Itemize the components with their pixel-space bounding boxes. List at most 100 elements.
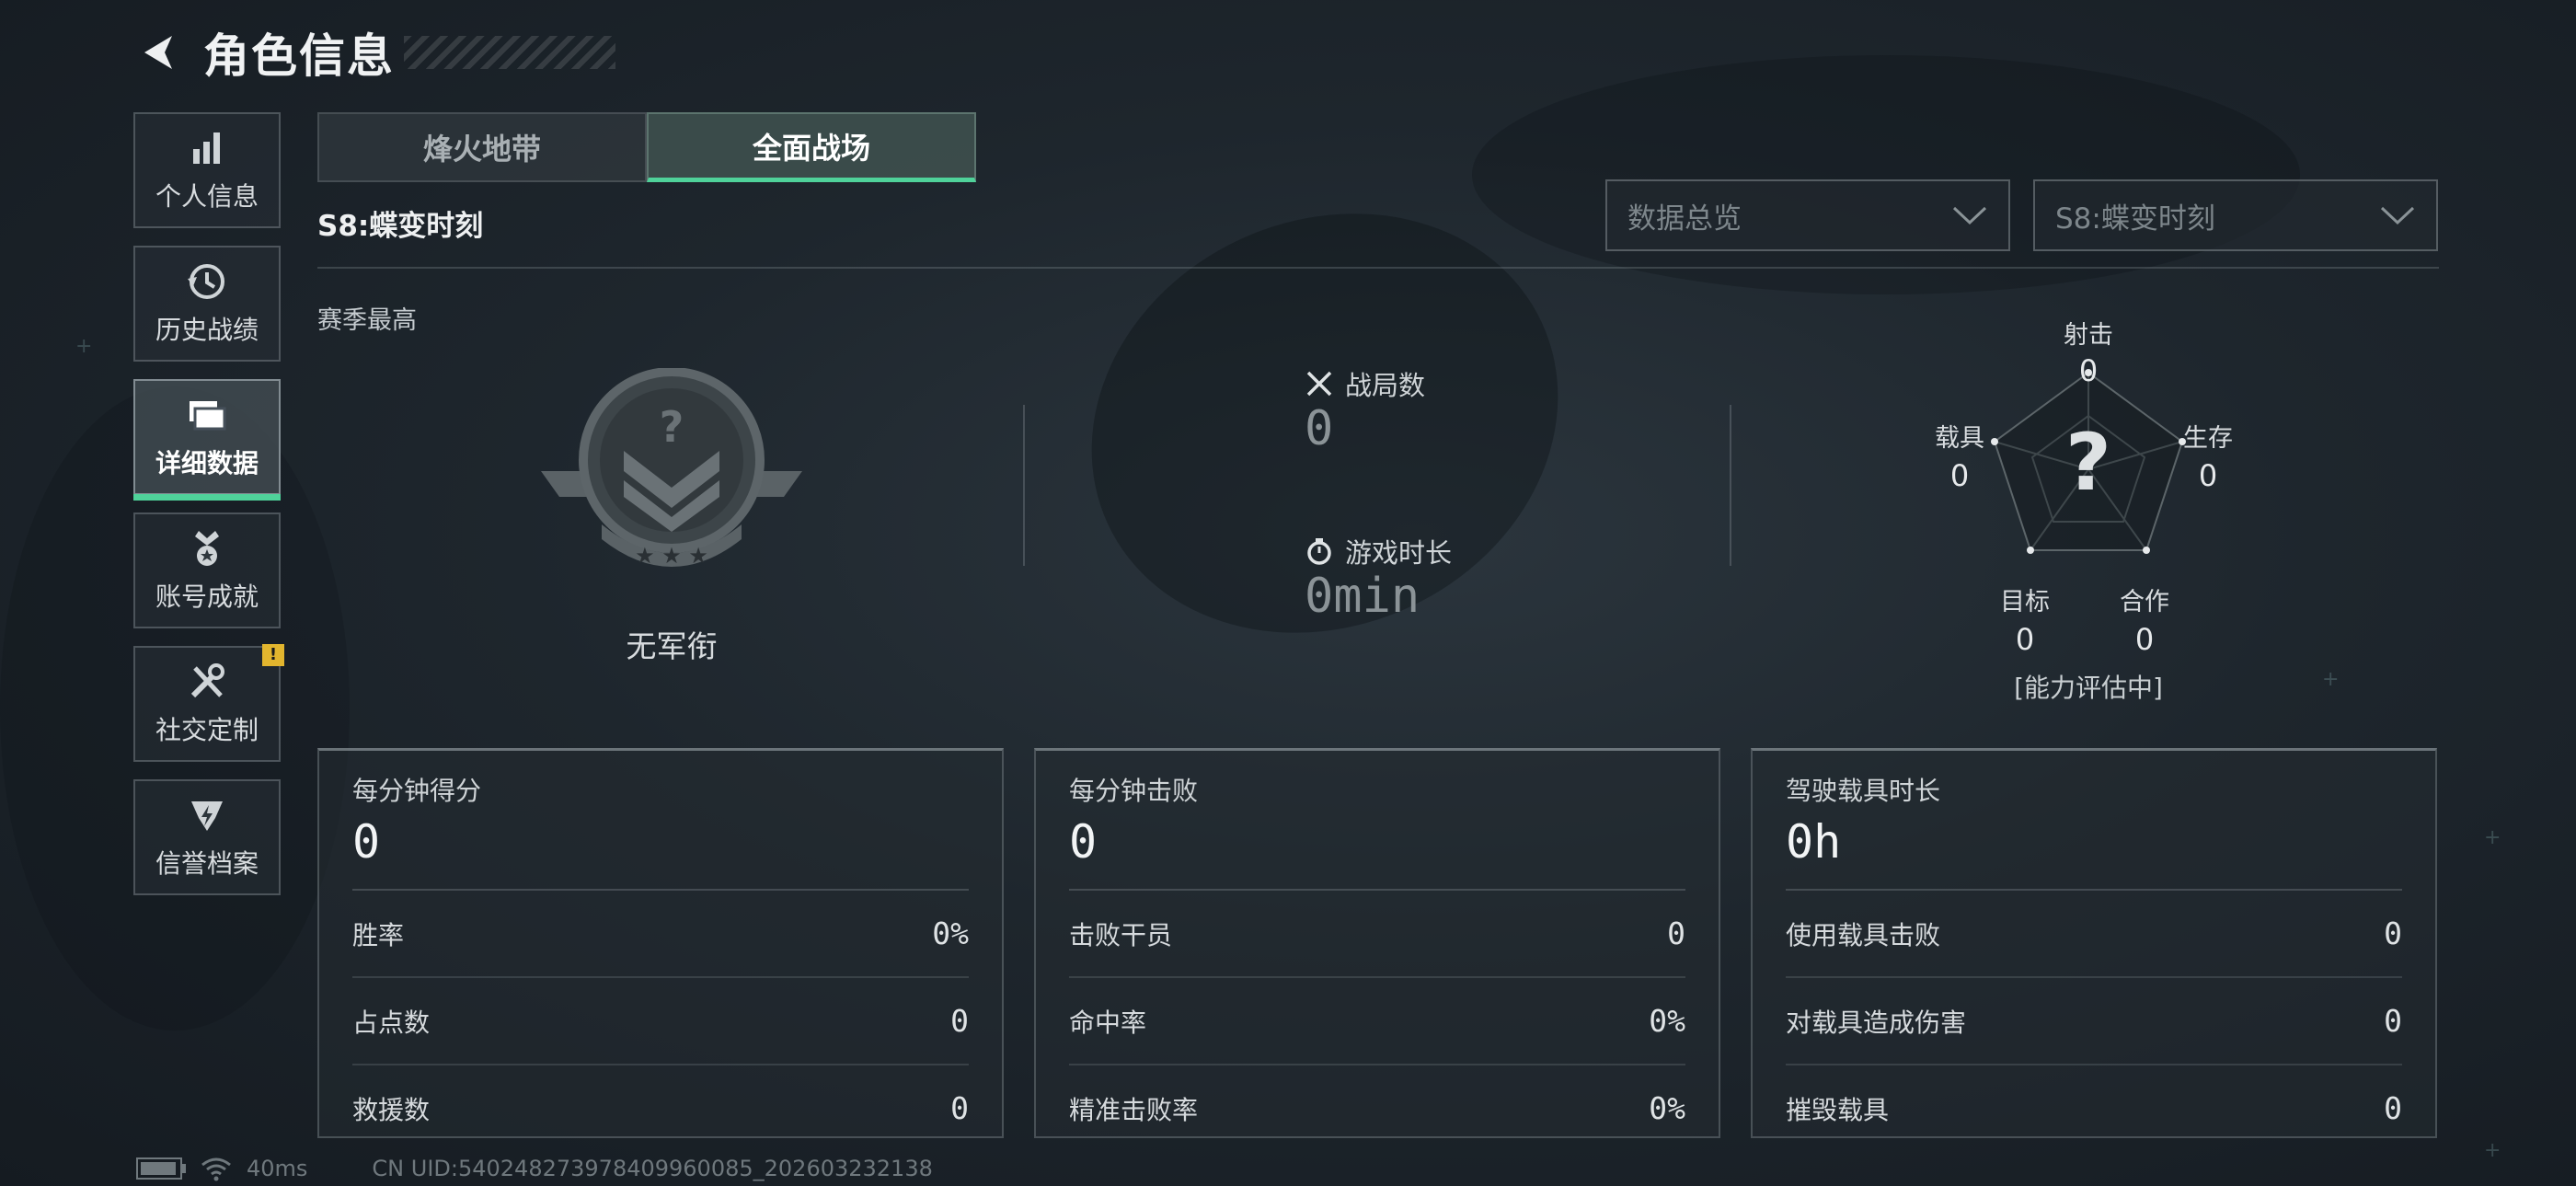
tools-icon <box>190 663 224 698</box>
back-arrow-icon[interactable] <box>133 29 181 76</box>
section-label: 赛季最高 <box>317 306 417 335</box>
stat-row: 命中率 0% <box>1069 978 1685 1065</box>
decor-cross: + <box>75 335 93 358</box>
history-icon <box>188 264 224 299</box>
folders-icon <box>190 401 226 431</box>
sidebar-item-label: 详细数据 <box>155 448 259 478</box>
decor-cross: + <box>2322 668 2340 691</box>
stat-value: 0% <box>1649 1003 1685 1039</box>
decor-cross: + <box>2484 826 2501 849</box>
stat-label: 摧毁载具 <box>1786 1094 1890 1125</box>
radar-vehicle-label: 载具 <box>1935 424 1984 453</box>
card-title: 每分钟击败 <box>1069 776 1199 806</box>
card-main-value: 0 <box>352 815 381 869</box>
season-title: S8:蝶变时刻 <box>317 210 484 243</box>
stat-value: 0 <box>1667 915 1685 951</box>
divider <box>317 267 2439 269</box>
rank-name: 无军衔 <box>626 628 718 664</box>
medal-icon <box>195 531 219 566</box>
matches-label: 战局数 <box>1305 364 1425 403</box>
stopwatch-icon <box>1307 538 1331 565</box>
card-main-value: 0 <box>1069 815 1098 869</box>
stat-label: 精准击败率 <box>1069 1094 1199 1125</box>
card-main-value: 0h <box>1786 815 1842 869</box>
chevron-down-icon <box>1952 206 1987 225</box>
battery-icon <box>136 1157 186 1180</box>
crossed-swords-icon <box>1306 371 1332 397</box>
radar-status-note: [能力评估中] <box>2014 673 2163 703</box>
stat-row: 胜率 0% <box>352 891 969 978</box>
chevron-down-icon <box>2380 206 2415 225</box>
stat-label: 救援数 <box>352 1094 431 1125</box>
stat-label: 胜率 <box>352 919 405 950</box>
stat-label: 占点数 <box>352 1007 431 1038</box>
page-header: 角色信息 <box>133 20 615 85</box>
radar-shooting-value: 0 <box>2078 353 2099 388</box>
stat-row: 对载具造成伤害 0 <box>1786 978 2402 1065</box>
sidebar-item-label: 账号成就 <box>155 581 259 612</box>
tab-warzone[interactable]: 烽火地带 <box>317 112 647 182</box>
radar-teamwork-label: 合作 <box>2120 588 2169 616</box>
radar-objective-label: 目标 <box>2000 588 2050 616</box>
mode-tabs: 烽火地带 全面战场 <box>317 112 976 182</box>
tab-full-battlefield[interactable]: 全面战场 <box>647 112 976 182</box>
card-title: 每分钟得分 <box>352 776 482 806</box>
stats-card-kills: 每分钟击败 0 击败干员 0 命中率 0% 精准击败率 0% <box>1034 748 1720 1138</box>
sidebar-item-credit-record[interactable]: 信誉档案 <box>133 779 281 895</box>
stat-label: 对载具造成伤害 <box>1786 1007 1967 1038</box>
radar-objective-value: 0 <box>2015 622 2035 657</box>
stat-value: 0% <box>932 915 969 951</box>
stat-row: 摧毁载具 0 <box>1786 1065 2402 1151</box>
sidebar-item-label: 信誉档案 <box>155 848 259 879</box>
radar-survival-label: 生存 <box>2183 424 2233 453</box>
playtime-label: 游戏时长 <box>1305 532 1452 570</box>
rank-emblem-icon: ? ★ ★ ★ <box>541 368 802 569</box>
sidebar-item-history[interactable]: 历史战绩 <box>133 246 281 362</box>
radar-center-mark: ? <box>2065 417 2111 509</box>
stat-row: 击败干员 0 <box>1069 891 1685 978</box>
matches-value: 0 <box>1305 401 1334 456</box>
radar-shooting-label: 射击 <box>2064 321 2113 350</box>
divider <box>1730 405 1731 566</box>
stat-label: 使用载具击败 <box>1786 919 1941 950</box>
title-decoration <box>404 36 615 69</box>
bar-chart-icon <box>193 132 220 164</box>
stat-value: 0 <box>2384 1090 2402 1126</box>
stat-value: 0 <box>2384 915 2402 951</box>
wifi-icon <box>201 1157 231 1181</box>
stats-card-score: 每分钟得分 0 胜率 0% 占点数 0 救援数 0 <box>317 748 1004 1138</box>
page-title: 角色信息 <box>203 29 395 83</box>
notification-badge: ! <box>262 644 284 666</box>
sidebar-item-social-custom[interactable]: 社交定制 ! <box>133 644 284 762</box>
stat-value: 0% <box>1649 1090 1685 1126</box>
stat-value: 0 <box>2384 1003 2402 1039</box>
divider <box>1023 405 1025 566</box>
ping-value: 40ms <box>247 1156 308 1181</box>
background-shape <box>1472 55 2300 294</box>
decor-cross: + <box>2484 1139 2501 1162</box>
sidebar-item-label: 社交定制 <box>155 715 259 745</box>
user-uid: CN UID:540248273978409960085_20260323213… <box>372 1156 933 1181</box>
svg-text:?: ? <box>660 402 684 452</box>
stats-card-vehicle: 驾驶载具时长 0h 使用载具击败 0 对载具造成伤害 0 摧毁载具 0 <box>1751 748 2437 1138</box>
sidebar-item-label: 历史战绩 <box>155 315 259 345</box>
dropdown-value: S8:蝶变时刻 <box>2055 202 2215 236</box>
sidebar-item-achievements[interactable]: 账号成就 <box>133 512 281 628</box>
stat-row: 使用载具击败 0 <box>1786 891 2402 978</box>
radar-teamwork-value: 0 <box>2134 622 2155 657</box>
status-footer: 40ms CN UID:540248273978409960085_202603… <box>136 1156 933 1181</box>
radar-survival-value: 0 <box>2198 458 2218 493</box>
sidebar-item-personal-info[interactable]: 个人信息 <box>133 112 281 228</box>
sidebar: 个人信息 历史战绩 详细数据 账号成就 社交定制 ! 信誉档案 <box>133 112 284 913</box>
stat-value: 0 <box>950 1003 969 1039</box>
data-type-dropdown[interactable]: 数据总览 <box>1605 179 2010 251</box>
radar-vehicle-value: 0 <box>1949 458 1970 493</box>
svg-text:★ ★ ★: ★ ★ ★ <box>635 543 708 569</box>
playtime-value: 0min <box>1305 569 1420 624</box>
shield-lightning-icon <box>191 801 223 831</box>
stat-row: 精准击败率 0% <box>1069 1065 1685 1151</box>
season-dropdown[interactable]: S8:蝶变时刻 <box>2033 179 2438 251</box>
sidebar-item-detailed-data[interactable]: 详细数据 <box>133 379 281 501</box>
stat-row: 救援数 0 <box>352 1065 969 1151</box>
stat-label: 命中率 <box>1069 1007 1147 1038</box>
